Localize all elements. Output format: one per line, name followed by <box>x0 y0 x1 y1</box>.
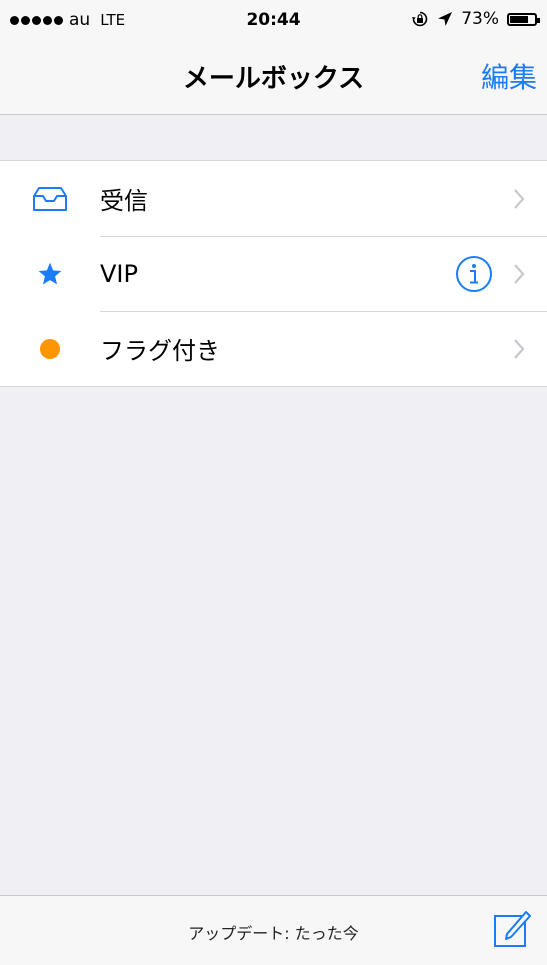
edit-button[interactable]: 編集 <box>481 56 537 96</box>
icon-container <box>0 338 100 360</box>
inbox-tray-icon <box>33 186 67 211</box>
mailbox-row-flagged[interactable]: フラグ付き <box>0 311 547 386</box>
page-title: メールボックス <box>182 64 365 94</box>
battery-icon <box>507 12 540 26</box>
chevron-right-icon <box>514 263 525 284</box>
update-status: アップデート: たった今 <box>188 924 359 943</box>
chevron-right-icon <box>514 338 525 359</box>
mailbox-list: 受信 VIP フラグ付き <box>0 160 547 387</box>
bottom-toolbar: アップデート: たった今 <box>0 895 547 965</box>
icon-container <box>0 261 100 287</box>
status-bar: au LTE 20:44 73% <box>0 0 547 40</box>
location-arrow-icon <box>438 12 453 26</box>
icon-container <box>0 185 100 213</box>
info-icon[interactable] <box>455 255 493 293</box>
mailbox-label: 受信 <box>100 187 148 215</box>
rotation-lock-icon <box>412 11 428 27</box>
orange-dot-icon <box>40 338 60 359</box>
star-icon <box>38 262 62 284</box>
navigation-bar: メールボックス 編集 <box>0 40 547 115</box>
mailbox-label: フラグ付き <box>100 337 220 365</box>
battery-percent: 73% <box>461 9 499 29</box>
chevron-right-icon <box>514 188 525 209</box>
mailbox-row-vip[interactable]: VIP <box>0 236 547 311</box>
status-right: 73% <box>411 9 540 29</box>
mailbox-row-inbox[interactable]: 受信 <box>0 161 547 236</box>
compose-icon[interactable] <box>493 908 533 950</box>
